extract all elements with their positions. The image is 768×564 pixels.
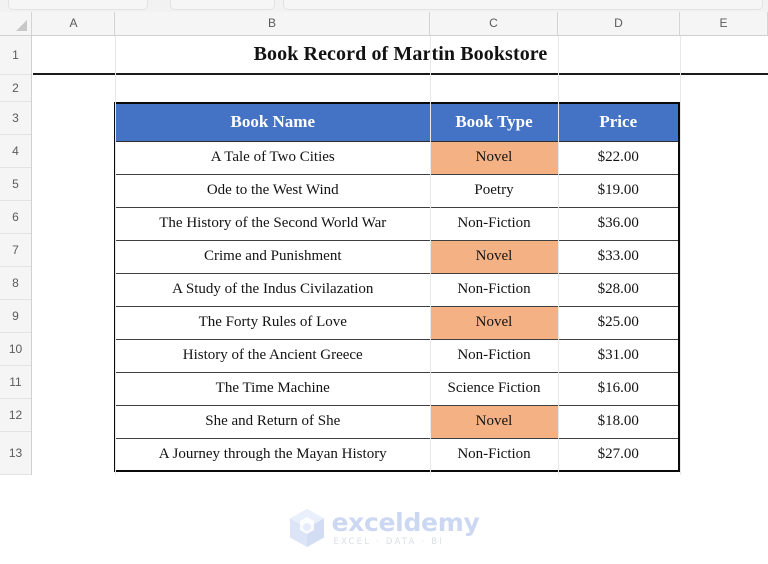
- cell-book-type[interactable]: Non-Fiction: [429, 437, 559, 472]
- table-row: Ode to the West Wind Poetry $19.00: [114, 173, 680, 208]
- cell-book-name[interactable]: The Time Machine: [114, 371, 431, 406]
- cell-price[interactable]: $36.00: [557, 206, 680, 241]
- select-all-triangle-icon: [16, 20, 27, 31]
- cell-price[interactable]: $19.00: [557, 173, 680, 208]
- cell-book-name[interactable]: Crime and Punishment: [114, 239, 431, 274]
- cell-book-name[interactable]: A Journey through the Mayan History: [114, 437, 431, 472]
- cell-price[interactable]: $28.00: [557, 272, 680, 307]
- cell-price[interactable]: $27.00: [557, 437, 680, 472]
- cell-book-type[interactable]: Novel: [429, 404, 559, 439]
- row-header-3[interactable]: 3: [0, 102, 31, 135]
- cell-book-type[interactable]: Novel: [429, 305, 559, 340]
- column-header-e[interactable]: E: [680, 12, 768, 35]
- table-row: History of the Ancient Greece Non-Fiction…: [114, 338, 680, 373]
- table-row: A Journey through the Mayan History Non-F…: [114, 437, 680, 472]
- row-header-8[interactable]: 8: [0, 267, 31, 300]
- cell-book-type[interactable]: Science Fiction: [429, 371, 559, 406]
- cell-price[interactable]: $18.00: [557, 404, 680, 439]
- cell-book-name[interactable]: A Study of the Indus Civilazation: [114, 272, 431, 307]
- cell-book-name[interactable]: Ode to the West Wind: [114, 173, 431, 208]
- select-all-button[interactable]: [0, 12, 32, 35]
- grid-vertical-line-1: [115, 36, 116, 475]
- cell-price[interactable]: $22.00: [557, 140, 680, 175]
- table-row: She and Return of She Novel $18.00: [114, 404, 680, 439]
- row-header-2[interactable]: 2: [0, 75, 31, 102]
- row-header-13[interactable]: 13: [0, 432, 31, 475]
- ribbon-group-1: [8, 0, 148, 10]
- sheet-title-row[interactable]: Book Record of Martin Bookstore: [33, 36, 768, 75]
- table-row: The Forty Rules of Love Novel $25.00: [114, 305, 680, 340]
- cell-book-name[interactable]: A Tale of Two Cities: [114, 140, 431, 175]
- cell-book-name[interactable]: The History of the Second World War: [114, 206, 431, 241]
- table-row: The Time Machine Science Fiction $16.00: [114, 371, 680, 406]
- ribbon-group-3: [283, 0, 763, 10]
- table-row: A Tale of Two Cities Novel $22.00: [114, 140, 680, 175]
- column-header-price[interactable]: Price: [557, 102, 680, 142]
- column-header-book-name[interactable]: Book Name: [114, 102, 431, 142]
- row-header-4[interactable]: 4: [0, 135, 31, 168]
- cell-price[interactable]: $16.00: [557, 371, 680, 406]
- worksheet-grid[interactable]: Book Record of Martin Bookstore Book Nam…: [33, 36, 768, 564]
- row-header-9[interactable]: 9: [0, 300, 31, 333]
- grid-vertical-line-3: [558, 36, 559, 475]
- row-header-12[interactable]: 12: [0, 399, 31, 432]
- grid-vertical-line-4: [680, 36, 681, 475]
- column-header-book-type[interactable]: Book Type: [429, 102, 559, 142]
- column-header-a[interactable]: A: [33, 12, 115, 35]
- grid-vertical-line-2: [430, 36, 431, 475]
- cell-book-name[interactable]: The Forty Rules of Love: [114, 305, 431, 340]
- table-body: A Tale of Two Cities Novel $22.00 Ode to th…: [114, 140, 680, 472]
- column-header-b[interactable]: B: [115, 12, 430, 35]
- cell-book-name[interactable]: She and Return of She: [114, 404, 431, 439]
- cell-book-type[interactable]: Non-Fiction: [429, 338, 559, 373]
- column-header-c[interactable]: C: [430, 12, 558, 35]
- row-header-6[interactable]: 6: [0, 201, 31, 234]
- cell-price[interactable]: $25.00: [557, 305, 680, 340]
- ribbon-remnant-strip: [0, 0, 768, 12]
- row-header-7[interactable]: 7: [0, 234, 31, 267]
- ribbon-group-2: [170, 0, 275, 10]
- cell-price[interactable]: $31.00: [557, 338, 680, 373]
- cell-book-type[interactable]: Non-Fiction: [429, 272, 559, 307]
- table-row: A Study of the Indus Civilazation Non-Fic…: [114, 272, 680, 307]
- table-header-row: Book Name Book Type Price: [114, 102, 680, 142]
- book-record-table[interactable]: Book Name Book Type Price A Tale of Two …: [114, 102, 680, 472]
- table-row: Crime and Punishment Novel $33.00: [114, 239, 680, 274]
- cell-book-type[interactable]: Novel: [429, 239, 559, 274]
- row-header-11[interactable]: 11: [0, 366, 31, 399]
- row-header-1[interactable]: 1: [0, 36, 31, 75]
- cell-book-type[interactable]: Novel: [429, 140, 559, 175]
- cell-book-type[interactable]: Poetry: [429, 173, 559, 208]
- table-row: The History of the Second World War Non-F…: [114, 206, 680, 241]
- page-title: Book Record of Martin Bookstore: [253, 43, 548, 65]
- row-header-5[interactable]: 5: [0, 168, 31, 201]
- cell-book-name[interactable]: History of the Ancient Greece: [114, 338, 431, 373]
- row-header-10[interactable]: 10: [0, 333, 31, 366]
- cell-price[interactable]: $33.00: [557, 239, 680, 274]
- row-header-gutter: 1 2 3 4 5 6 7 8 9 10 11 12 13: [0, 36, 32, 475]
- column-header-bar: ABCDE: [0, 12, 768, 36]
- cell-book-type[interactable]: Non-Fiction: [429, 206, 559, 241]
- column-header-d[interactable]: D: [558, 12, 680, 35]
